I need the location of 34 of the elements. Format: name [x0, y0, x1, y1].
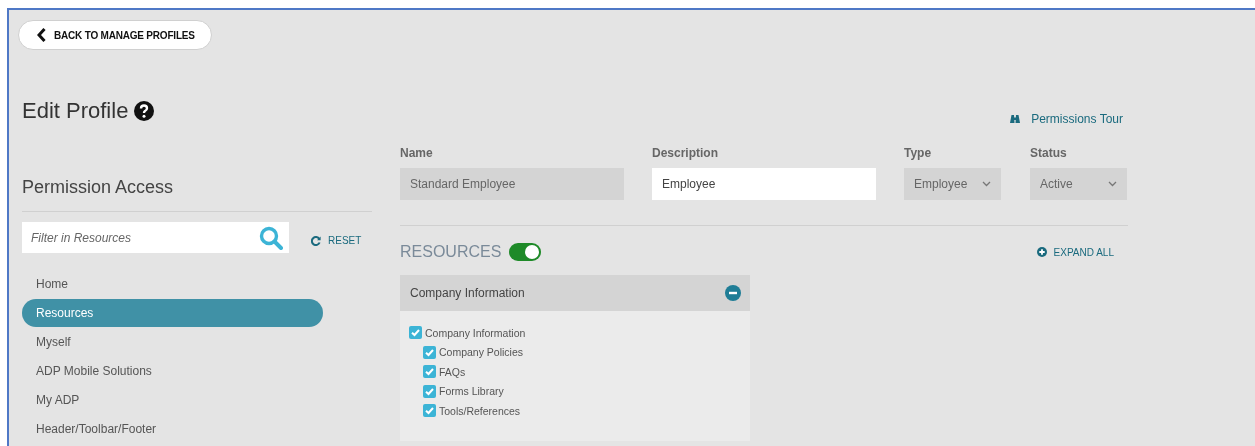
sidebar-item[interactable]: ADP Mobile Solutions — [22, 357, 323, 385]
refresh-icon — [311, 235, 321, 246]
permissions-tour-link[interactable]: Permissions Tour — [1009, 111, 1123, 127]
section-heading: RESOURCES — [400, 243, 502, 261]
binoculars-icon — [1009, 114, 1022, 124]
sidebar-item[interactable]: Home — [22, 270, 323, 298]
reset-link[interactable]: RESET — [311, 235, 362, 246]
help-icon — [134, 101, 155, 121]
text-field[interactable]: Employee — [652, 168, 876, 200]
checkbox-item[interactable]: FAQs — [423, 362, 741, 382]
checkbox-item[interactable]: Company Information — [409, 323, 741, 343]
sidebar-item[interactable]: Header/Toolbar/Footer — [22, 415, 323, 443]
search-icon — [259, 226, 283, 250]
chevron-down-icon — [1108, 181, 1117, 187]
field-label: Status — [1030, 146, 1068, 160]
expand-all-link[interactable]: EXPAND ALL — [1036, 246, 1114, 258]
page-title: Edit Profile — [22, 98, 129, 124]
chevron-down-icon — [982, 181, 991, 187]
search-field[interactable]: Filter in Resources — [22, 222, 289, 253]
sidebar-item[interactable]: My ADP — [22, 386, 323, 414]
checkbox-item[interactable]: Tools/References — [423, 401, 741, 421]
checkbox-item[interactable]: Forms Library — [423, 381, 741, 401]
field-label: Description — [652, 146, 719, 160]
sidebar-item[interactable]: Resources — [22, 299, 323, 327]
sidebar-item[interactable]: Myself — [22, 328, 323, 356]
field-label: Type — [904, 146, 933, 160]
field-label: Name — [400, 146, 434, 160]
plus-circle-icon — [1036, 247, 1047, 257]
back-button[interactable]: BACK TO MANAGE PROFILES — [18, 20, 212, 50]
chevron-left-icon — [37, 28, 46, 42]
section-heading: Permission Access — [22, 177, 175, 199]
checkbox-item[interactable]: Company Policies — [423, 342, 741, 362]
toggle-switch[interactable] — [509, 243, 542, 261]
panel-header[interactable]: Company Information — [400, 275, 750, 311]
